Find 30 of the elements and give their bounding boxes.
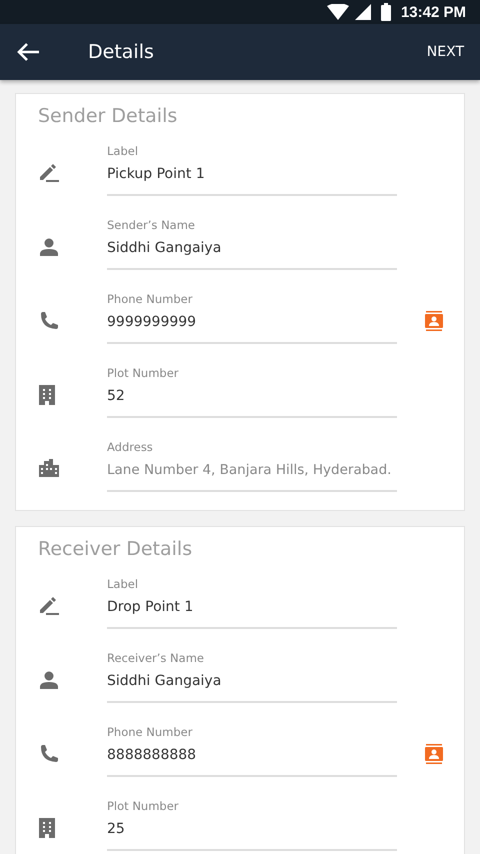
section-title: Sender Details [38,104,178,128]
field-label: Plot Number [107,365,180,381]
contacts-icon[interactable] [425,744,443,764]
section-title: Receiver Details [38,537,194,561]
pencil-icon [39,596,59,616]
city-icon [39,459,59,477]
field-label: Label [107,143,140,159]
field-label: Phone Number [107,724,194,740]
building-icon [39,385,55,405]
field-label: Label [107,576,140,592]
battery-icon [380,3,391,21]
phone-icon [39,311,59,331]
pencil-icon [39,163,59,183]
screen-title: Details [88,41,155,63]
signal-icon [354,4,371,20]
field-label: Phone Number [107,291,194,307]
field-label: Plot Number [107,798,180,814]
status-time: 13:42 PM [400,4,466,20]
wifi-icon [326,4,349,20]
back-arrow-icon [16,42,40,62]
field-label: Address [107,439,154,455]
field-label: Receiver’s Name [107,650,205,666]
field-label: Sender’s Name [107,217,196,233]
back-button[interactable] [16,42,40,62]
building-icon [39,818,55,838]
next-button[interactable]: NEXT [422,40,468,64]
person-icon [39,670,59,690]
contacts-icon[interactable] [425,311,443,331]
person-icon [39,237,59,257]
phone-icon [39,744,59,764]
